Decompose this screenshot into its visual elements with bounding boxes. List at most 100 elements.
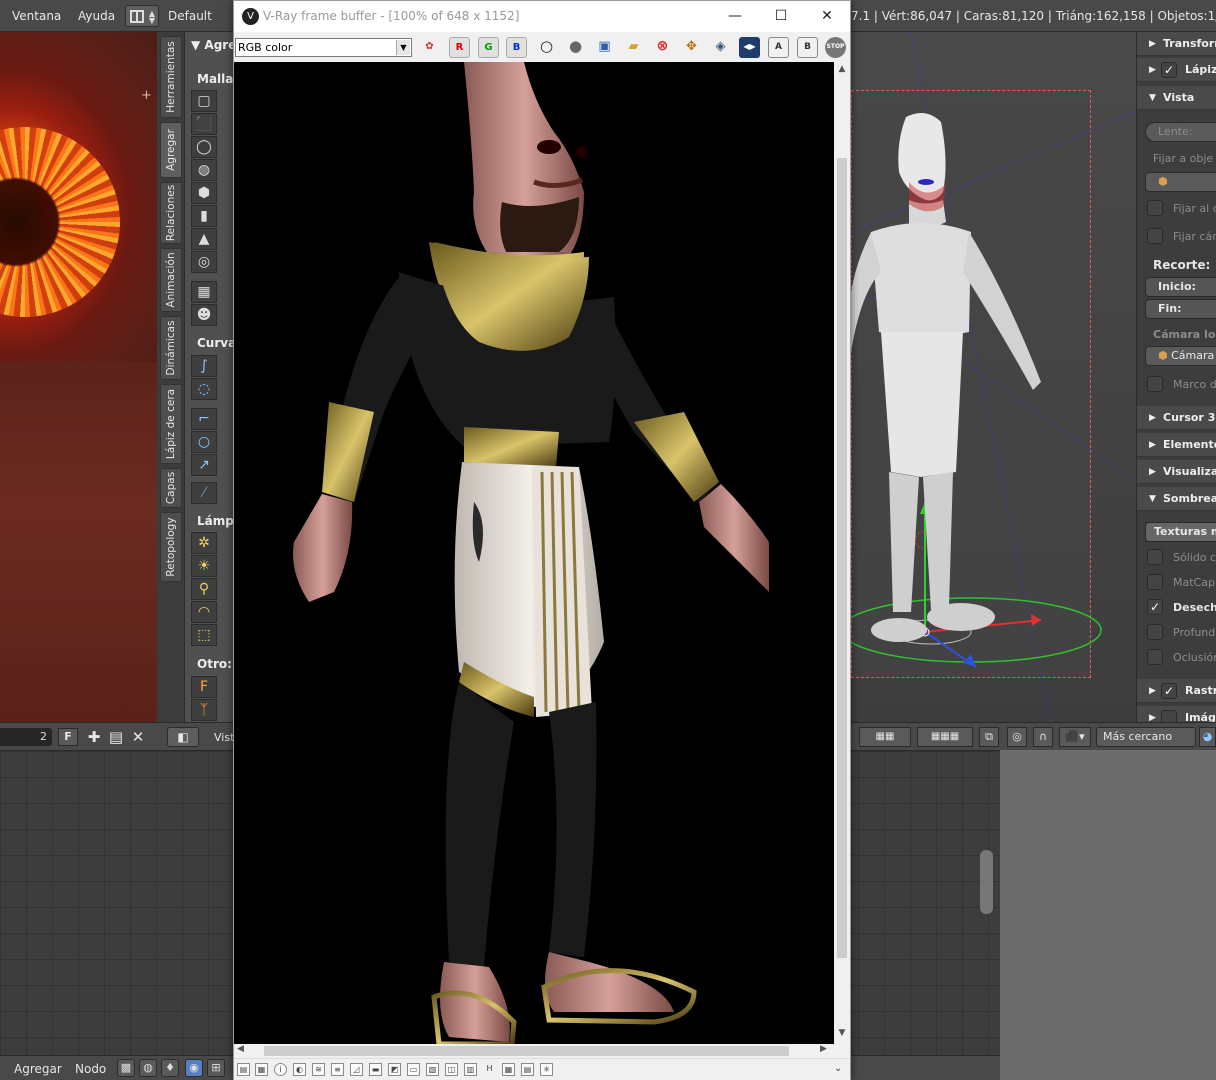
add-nurbs-circle-icon[interactable]: ○ [191, 431, 217, 453]
add-cube-icon[interactable]: ⬛ [191, 113, 217, 135]
opengl-render-icon[interactable]: ◕ [1199, 727, 1216, 747]
maximize-icon[interactable]: ☐ [758, 5, 804, 27]
grease-pencil-checkbox[interactable]: ✓ [1161, 62, 1177, 78]
add-bezier-icon[interactable]: ∫ [191, 355, 217, 377]
scroll-left-icon[interactable]: ◀ [237, 1044, 244, 1054]
screen-layout-name[interactable]: Default [168, 9, 212, 23]
vertical-scroll-thumb[interactable] [837, 158, 847, 958]
hsl-icon[interactable]: ≋ [312, 1063, 325, 1076]
add-circle-icon[interactable]: ◯ [191, 136, 217, 158]
lens-effects-icon[interactable]: ▦ [255, 1063, 268, 1076]
node-editor-scrollbar[interactable] [980, 850, 993, 914]
duplicate-to-vfb-icon[interactable]: ◈ [710, 37, 731, 58]
add-point-lamp-icon[interactable]: ✲ [191, 532, 217, 554]
add-uv-sphere-icon[interactable]: ◍ [191, 159, 217, 181]
srgb-icon[interactable]: ▧ [426, 1063, 439, 1076]
tab-animation[interactable]: Animación [160, 248, 182, 312]
add-cylinder-icon[interactable]: ▮ [191, 205, 217, 227]
draw-curve-icon[interactable]: ⁄ [191, 482, 217, 504]
scroll-down-icon[interactable]: ▼ [834, 1028, 850, 1042]
panel-display[interactable]: ▶ Visualiza [1137, 460, 1216, 484]
stop-render-button[interactable]: STOP [825, 37, 846, 58]
panel-header[interactable]: ▼ Agre [191, 38, 233, 52]
panel-shading[interactable]: ▼Sombreado [1137, 487, 1216, 511]
icc-icon[interactable]: ▥ [464, 1063, 477, 1076]
snap-target-select[interactable]: Más cercano [1096, 727, 1196, 747]
render-layer-icon[interactable]: ⊞ [207, 1059, 225, 1077]
panel-item[interactable]: ▶ Elemento [1137, 433, 1216, 457]
lock-object-field[interactable]: ⬢ [1145, 172, 1216, 192]
minimize-icon[interactable]: — [712, 5, 758, 27]
expand-down-icon[interactable]: ⌄ [834, 1063, 842, 1074]
tab-tools[interactable]: Herramientas [160, 36, 182, 118]
open-folder-icon[interactable]: ▤ [106, 727, 126, 747]
add-monkey-icon[interactable]: ☻ [191, 304, 217, 326]
snap-element-icon[interactable]: ⬛▾ [1059, 727, 1091, 747]
ocio-icon[interactable]: ◫ [445, 1063, 458, 1076]
new-image-icon[interactable]: ✚ [84, 727, 104, 747]
add-path-icon[interactable]: ↗ [191, 454, 217, 476]
red-channel-button[interactable]: R [449, 37, 470, 58]
add-ico-sphere-icon[interactable]: ⬢ [191, 182, 217, 204]
add-sun-lamp-icon[interactable]: ☀ [191, 555, 217, 577]
layer-buttons-2-icon[interactable]: ▦▦▦ [917, 727, 973, 747]
tab-relations[interactable]: Relaciones [160, 182, 182, 244]
exposure-icon[interactable]: ▬ [369, 1063, 382, 1076]
frame-number-field[interactable]: 2 [0, 728, 52, 746]
solid-texture-checkbox[interactable] [1147, 549, 1163, 565]
texture-checker-icon[interactable]: ▩ [117, 1059, 135, 1077]
add-armature-icon[interactable]: ᛉ [191, 699, 217, 721]
vray-title-bar[interactable]: V V-Ray frame buffer - [100% of 648 x 11… [234, 1, 850, 32]
h-icon[interactable]: H [483, 1063, 496, 1076]
green-channel-button[interactable]: G [478, 37, 499, 58]
matcap-checkbox[interactable] [1147, 574, 1163, 590]
screen-layout-button[interactable]: ▲ ▼ [125, 5, 159, 27]
world-icon[interactable]: ◍ [139, 1059, 157, 1077]
show-info-icon[interactable]: B [797, 37, 818, 58]
texture-mode-select[interactable]: Texturas mú [1145, 522, 1216, 542]
background-icon[interactable]: ▭ [407, 1063, 420, 1076]
menu-node[interactable]: Nodo [75, 1062, 106, 1076]
tab-create[interactable]: Agregar [160, 122, 182, 178]
region-render-icon[interactable]: ◀▶ [739, 37, 760, 58]
ambient-occlusion-checkbox[interactable] [1147, 649, 1163, 665]
panel-background-images[interactable]: ▶Imáge [1137, 706, 1216, 722]
vertical-scrollbar[interactable]: ▲ ▼ [834, 62, 850, 1044]
load-image-icon[interactable]: ▰ [623, 37, 644, 58]
add-spot-lamp-icon[interactable]: ⚲ [191, 578, 217, 600]
compare-icon[interactable]: ▤ [521, 1063, 534, 1076]
depth-of-field-checkbox[interactable] [1147, 624, 1163, 640]
3d-viewport[interactable] [851, 32, 1136, 722]
panel-3d-cursor[interactable]: ▶Cursor 3D [1137, 406, 1216, 430]
local-camera-field[interactable]: ⬢ Cámara [1145, 346, 1216, 366]
lock-camera-checkbox[interactable] [1147, 228, 1163, 244]
close-icon[interactable]: ✕ [128, 727, 148, 747]
menu-view[interactable]: Vist [214, 731, 234, 744]
backface-culling-checkbox[interactable]: ✓ [1147, 599, 1163, 615]
add-cone-icon[interactable]: ▲ [191, 228, 217, 250]
tab-grease-pencil[interactable]: Lápiz de cera [160, 384, 182, 464]
scroll-right-icon[interactable]: ▶ [820, 1044, 827, 1054]
tab-physics[interactable]: Dinámicas [160, 316, 182, 380]
panel-view[interactable]: ▼ Vista [1137, 86, 1216, 110]
history-icon[interactable]: ▤ [237, 1063, 250, 1076]
layer-buttons-icon[interactable]: ▦▦ [859, 727, 911, 747]
panel-grease-pencil[interactable]: ▶✓Lápiz d [1137, 58, 1216, 82]
editor-type-icon[interactable]: ◧ [167, 727, 199, 747]
lut-icon[interactable]: ≡ [331, 1063, 344, 1076]
tab-layers[interactable]: Capas [160, 468, 182, 508]
add-bezier-circle-icon[interactable]: ◌ [191, 378, 217, 400]
add-grid-icon[interactable]: ▦ [191, 281, 217, 303]
clear-image-icon[interactable]: ⊗ [652, 37, 673, 58]
add-plane-icon[interactable]: ▢ [191, 90, 217, 112]
tab-retopology[interactable]: Retopology [160, 512, 182, 582]
clip-end-field[interactable]: Fin: [1145, 299, 1216, 319]
motion-tracking-checkbox[interactable]: ✓ [1161, 683, 1177, 699]
vray-frame-buffer-window[interactable]: V V-Ray frame buffer - [100% of 648 x 11… [233, 0, 851, 1080]
add-nurbs-curve-icon[interactable]: ⌐ [191, 408, 217, 430]
image-editor-canvas[interactable]: + [0, 32, 157, 722]
levels-icon[interactable]: ◐ [293, 1063, 306, 1076]
track-mouse-icon[interactable]: ✥ [681, 37, 702, 58]
plus-icon[interactable]: + [141, 88, 152, 103]
background-images-checkbox[interactable] [1161, 710, 1177, 722]
